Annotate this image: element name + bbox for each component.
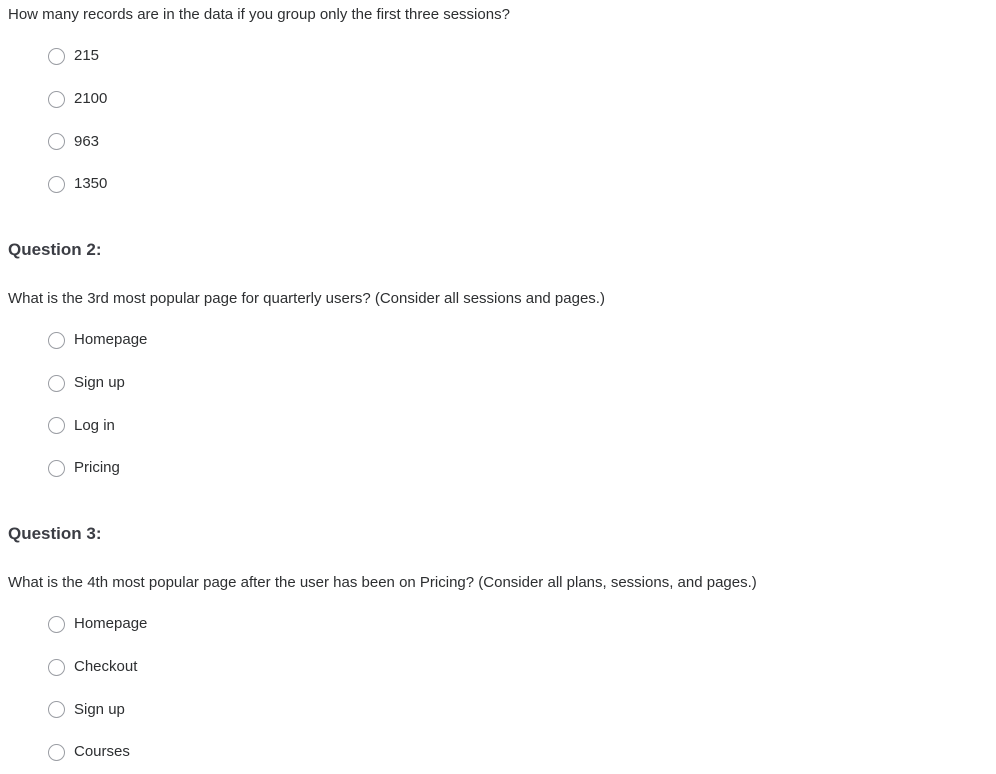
- question-2-option-2[interactable]: Sign up: [48, 362, 996, 405]
- radio-button[interactable]: [48, 90, 65, 108]
- question-3: Question 3: What is the 4th most popular…: [8, 523, 988, 774]
- question-3-prompt: What is the 4th most popular page after …: [8, 574, 757, 591]
- option-label: 963: [74, 132, 100, 150]
- radio-button[interactable]: [48, 459, 65, 477]
- option-label: Sign up: [74, 700, 125, 718]
- radio-button[interactable]: [48, 133, 65, 151]
- question-2-option-3[interactable]: Log in: [48, 404, 996, 447]
- radio-button[interactable]: [48, 701, 65, 719]
- question-2-heading: Question 2:: [8, 240, 102, 259]
- radio-button[interactable]: [48, 615, 65, 633]
- option-label: Checkout: [74, 658, 138, 676]
- question-1-option-4[interactable]: 1350: [48, 163, 996, 206]
- radio-button[interactable]: [48, 417, 65, 435]
- question-3-option-1[interactable]: Homepage: [48, 603, 996, 646]
- question-1-option-3[interactable]: 963: [48, 120, 996, 163]
- question-1: How many records are in the data if you …: [8, 5, 988, 206]
- question-1-option-1[interactable]: 215: [48, 35, 996, 78]
- radio-button[interactable]: [48, 331, 65, 349]
- radio-button[interactable]: [48, 743, 65, 761]
- question-2: Question 2: What is the 3rd most popular…: [8, 239, 988, 490]
- question-2-options: Homepage Sign up Log in Pricing: [48, 319, 996, 490]
- radio-button[interactable]: [48, 374, 65, 392]
- option-label: 215: [74, 47, 100, 65]
- question-3-option-2[interactable]: Checkout: [48, 646, 996, 689]
- option-label: 1350: [74, 175, 108, 193]
- radio-button[interactable]: [48, 175, 65, 193]
- question-2-prompt: What is the 3rd most popular page for qu…: [8, 290, 605, 307]
- option-label: Homepage: [74, 615, 148, 633]
- option-label: Homepage: [74, 331, 148, 349]
- question-1-prompt: How many records are in the data if you …: [8, 6, 510, 23]
- radio-button[interactable]: [48, 658, 65, 676]
- option-label: 2100: [74, 90, 108, 108]
- question-1-option-2[interactable]: 2100: [48, 78, 996, 121]
- question-1-options: 215 2100 963 1350: [48, 35, 996, 206]
- question-3-heading: Question 3:: [8, 524, 102, 543]
- question-3-option-4[interactable]: Courses: [48, 731, 996, 774]
- option-label: Courses: [74, 743, 130, 761]
- option-label: Log in: [74, 416, 115, 434]
- option-label: Sign up: [74, 374, 125, 392]
- question-2-option-1[interactable]: Homepage: [48, 319, 996, 362]
- question-3-option-3[interactable]: Sign up: [48, 688, 996, 731]
- option-label: Pricing: [74, 459, 120, 477]
- radio-button[interactable]: [48, 47, 65, 65]
- question-3-options: Homepage Checkout Sign up Courses: [48, 603, 996, 774]
- question-2-option-4[interactable]: Pricing: [48, 447, 996, 490]
